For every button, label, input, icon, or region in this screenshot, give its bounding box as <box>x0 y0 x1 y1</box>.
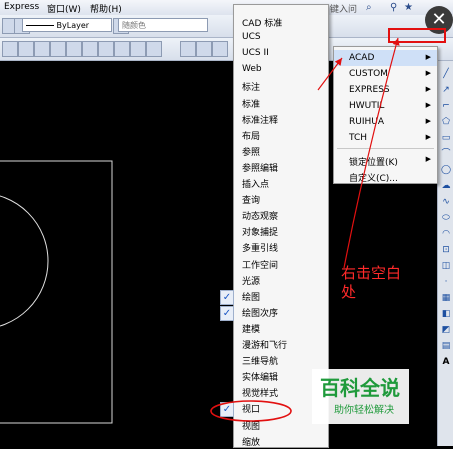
watermark-title: 百科全说 <box>320 376 400 400</box>
annotation-arrow-up <box>343 37 400 269</box>
watermark: 百科全说 助你轻松解决 <box>312 369 409 424</box>
watermark-subtitle: 助你轻松解决 <box>334 405 394 416</box>
annotation-oval <box>210 400 292 422</box>
annotation-arrow-submenu <box>317 57 343 91</box>
annotation-text: 右击空白处 <box>341 264 402 301</box>
